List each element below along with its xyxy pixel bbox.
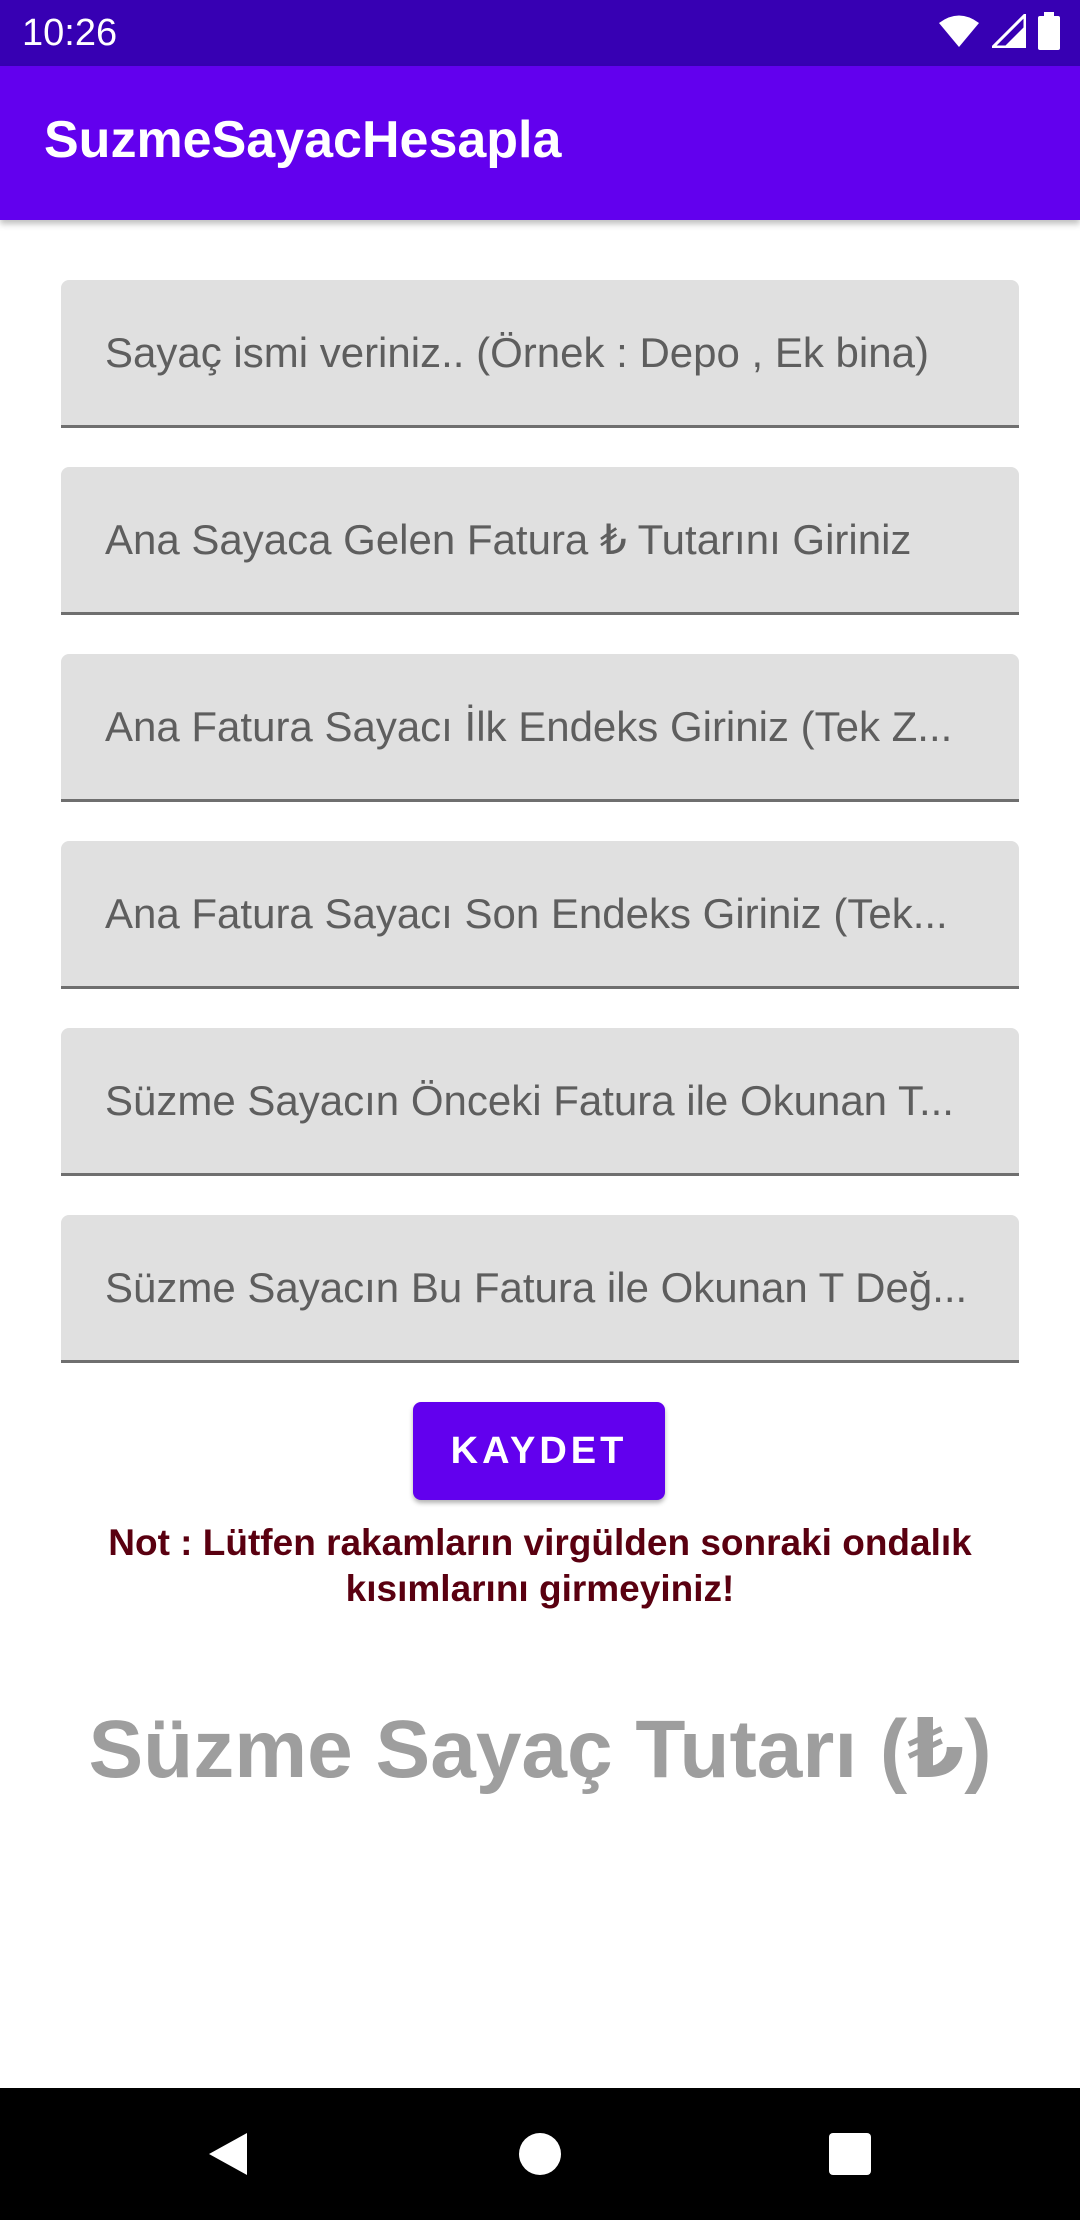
main-last-index-field[interactable]: Ana Fatura Sayacı Son Endeks Giriniz (Te…: [61, 841, 1019, 989]
main-bill-amount-placeholder: Ana Sayaca Gelen Fatura ₺ Tutarını Girin…: [105, 516, 912, 563]
navigation-bar: [0, 2088, 1080, 2220]
recents-icon[interactable]: [820, 2124, 880, 2184]
back-icon[interactable]: [198, 2124, 258, 2184]
sub-meter-current-placeholder: Süzme Sayacın Bu Fatura ile Okunan T Değ…: [105, 1264, 968, 1311]
home-icon[interactable]: [510, 2124, 570, 2184]
meter-name-placeholder: Sayaç ismi veriniz.. (Örnek : Depo , Ek …: [105, 329, 929, 376]
note-text: Not : Lütfen rakamların virgülden sonrak…: [108, 1522, 972, 1609]
sub-meter-previous-placeholder: Süzme Sayacın Önceki Fatura ile Okunan T…: [105, 1077, 954, 1124]
signal-icon: [989, 10, 1027, 53]
result-label: Süzme Sayaç Tutarı (₺): [88, 1704, 992, 1795]
app-bar: SuzmeSayacHesapla: [0, 66, 1080, 220]
status-bar: 10:26: [0, 0, 1080, 66]
meter-name-field[interactable]: Sayaç ismi veriniz.. (Örnek : Depo , Ek …: [61, 280, 1019, 428]
sub-meter-previous-field[interactable]: Süzme Sayacın Önceki Fatura ile Okunan T…: [61, 1028, 1019, 1176]
sub-meter-current-field[interactable]: Süzme Sayacın Bu Fatura ile Okunan T Değ…: [61, 1215, 1019, 1363]
wifi-icon: [938, 14, 980, 53]
app-title: SuzmeSayacHesapla: [44, 111, 562, 169]
main-first-index-field[interactable]: Ana Fatura Sayacı İlk Endeks Giriniz (Te…: [61, 654, 1019, 802]
battery-icon: [1038, 11, 1060, 55]
save-button[interactable]: KAYDET: [413, 1402, 665, 1500]
main-bill-amount-field[interactable]: Ana Sayaca Gelen Fatura ₺ Tutarını Girin…: [61, 467, 1019, 615]
main-last-index-placeholder: Ana Fatura Sayacı Son Endeks Giriniz (Te…: [105, 890, 948, 937]
main-first-index-placeholder: Ana Fatura Sayacı İlk Endeks Giriniz (Te…: [105, 703, 953, 750]
status-icons: [938, 10, 1060, 55]
status-time: 10:26: [22, 12, 118, 54]
